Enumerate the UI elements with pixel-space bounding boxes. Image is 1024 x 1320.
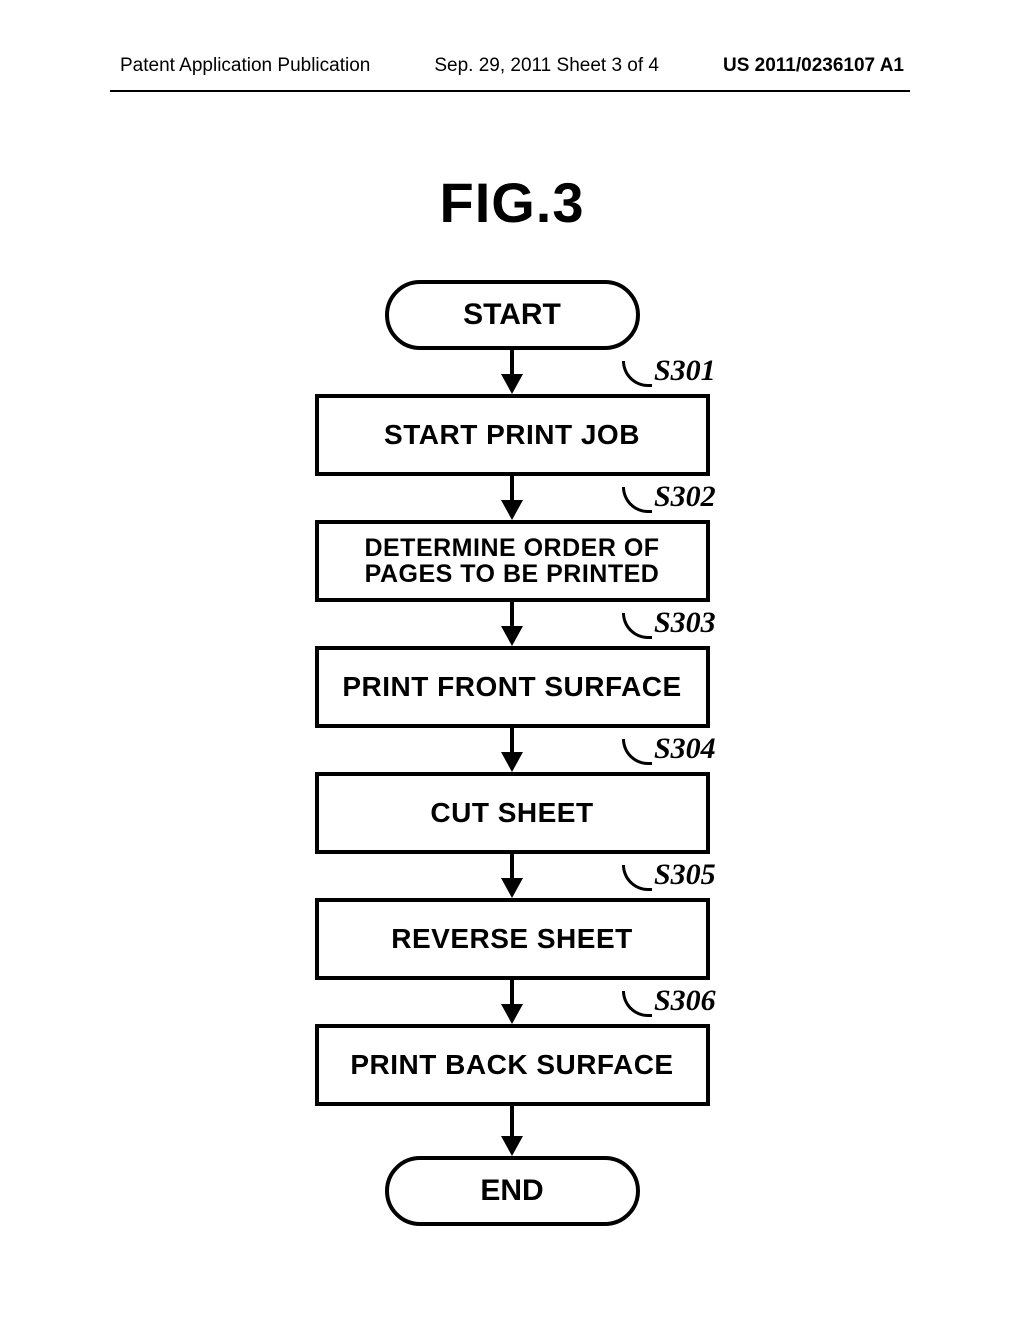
start-terminator: START [385,280,640,350]
arrow-head-icon [501,878,523,898]
flowchart: START S301 START PRINT JOB S302 DETERMIN… [0,280,1024,1226]
arrow-head-icon [501,752,523,772]
header-rule [110,90,910,92]
step-id-text: S303 [654,606,716,640]
process-label: PRINT BACK SURFACE [350,1050,673,1079]
arrow-s303: S303 [315,602,710,646]
end-terminator: END [385,1156,640,1226]
step-id-s304: S304 [622,732,716,766]
step-id-s305: S305 [622,858,716,892]
arrow-s301: S301 [315,350,710,394]
figure-title-text: FIG.3 [439,171,584,234]
arrow-s304: S304 [315,728,710,772]
process-label: PRINT FRONT SURFACE [342,672,681,701]
arrow-head-icon [501,1136,523,1156]
connector-curve [622,613,652,639]
header-patent-number: US 2011/0236107 A1 [723,55,904,77]
arrow-head-icon [501,374,523,394]
connector-curve [622,487,652,513]
step-id-text: S301 [654,354,716,388]
connector-curve [622,739,652,765]
process-start-print-job: START PRINT JOB [315,394,710,476]
step-id-s303: S303 [622,606,716,640]
process-label: REVERSE SHEET [391,924,632,953]
process-label: START PRINT JOB [384,420,640,449]
arrow-end [315,1106,710,1156]
process-determine-order: DETERMINE ORDER OF PAGES TO BE PRINTED [315,520,710,602]
process-cut-sheet: CUT SHEET [315,772,710,854]
step-id-text: S304 [654,732,716,766]
arrow-head-icon [501,500,523,520]
process-label: DETERMINE ORDER OF PAGES TO BE PRINTED [319,535,706,588]
header-publication: Patent Application Publication [120,55,370,77]
step-id-text: S302 [654,480,716,514]
step-id-s302: S302 [622,480,716,514]
connector-curve [622,361,652,387]
end-label: END [480,1174,543,1208]
process-print-back: PRINT BACK SURFACE [315,1024,710,1106]
arrow-s305: S305 [315,854,710,898]
patent-header: Patent Application Publication Sep. 29, … [0,55,1024,77]
header-sheet-info: Sep. 29, 2011 Sheet 3 of 4 [434,55,659,77]
process-print-front: PRINT FRONT SURFACE [315,646,710,728]
start-label: START [463,298,561,332]
connector-curve [622,991,652,1017]
step-id-s306: S306 [622,984,716,1018]
step-id-text: S305 [654,858,716,892]
arrow-line [510,1106,514,1140]
step-id-s301: S301 [622,354,716,388]
arrow-s306: S306 [315,980,710,1024]
figure-title: FIG.3 [0,170,1024,235]
arrow-head-icon [501,626,523,646]
step-id-text: S306 [654,984,716,1018]
arrow-head-icon [501,1004,523,1024]
arrow-s302: S302 [315,476,710,520]
process-reverse-sheet: REVERSE SHEET [315,898,710,980]
process-label: CUT SHEET [430,798,593,827]
connector-curve [622,865,652,891]
